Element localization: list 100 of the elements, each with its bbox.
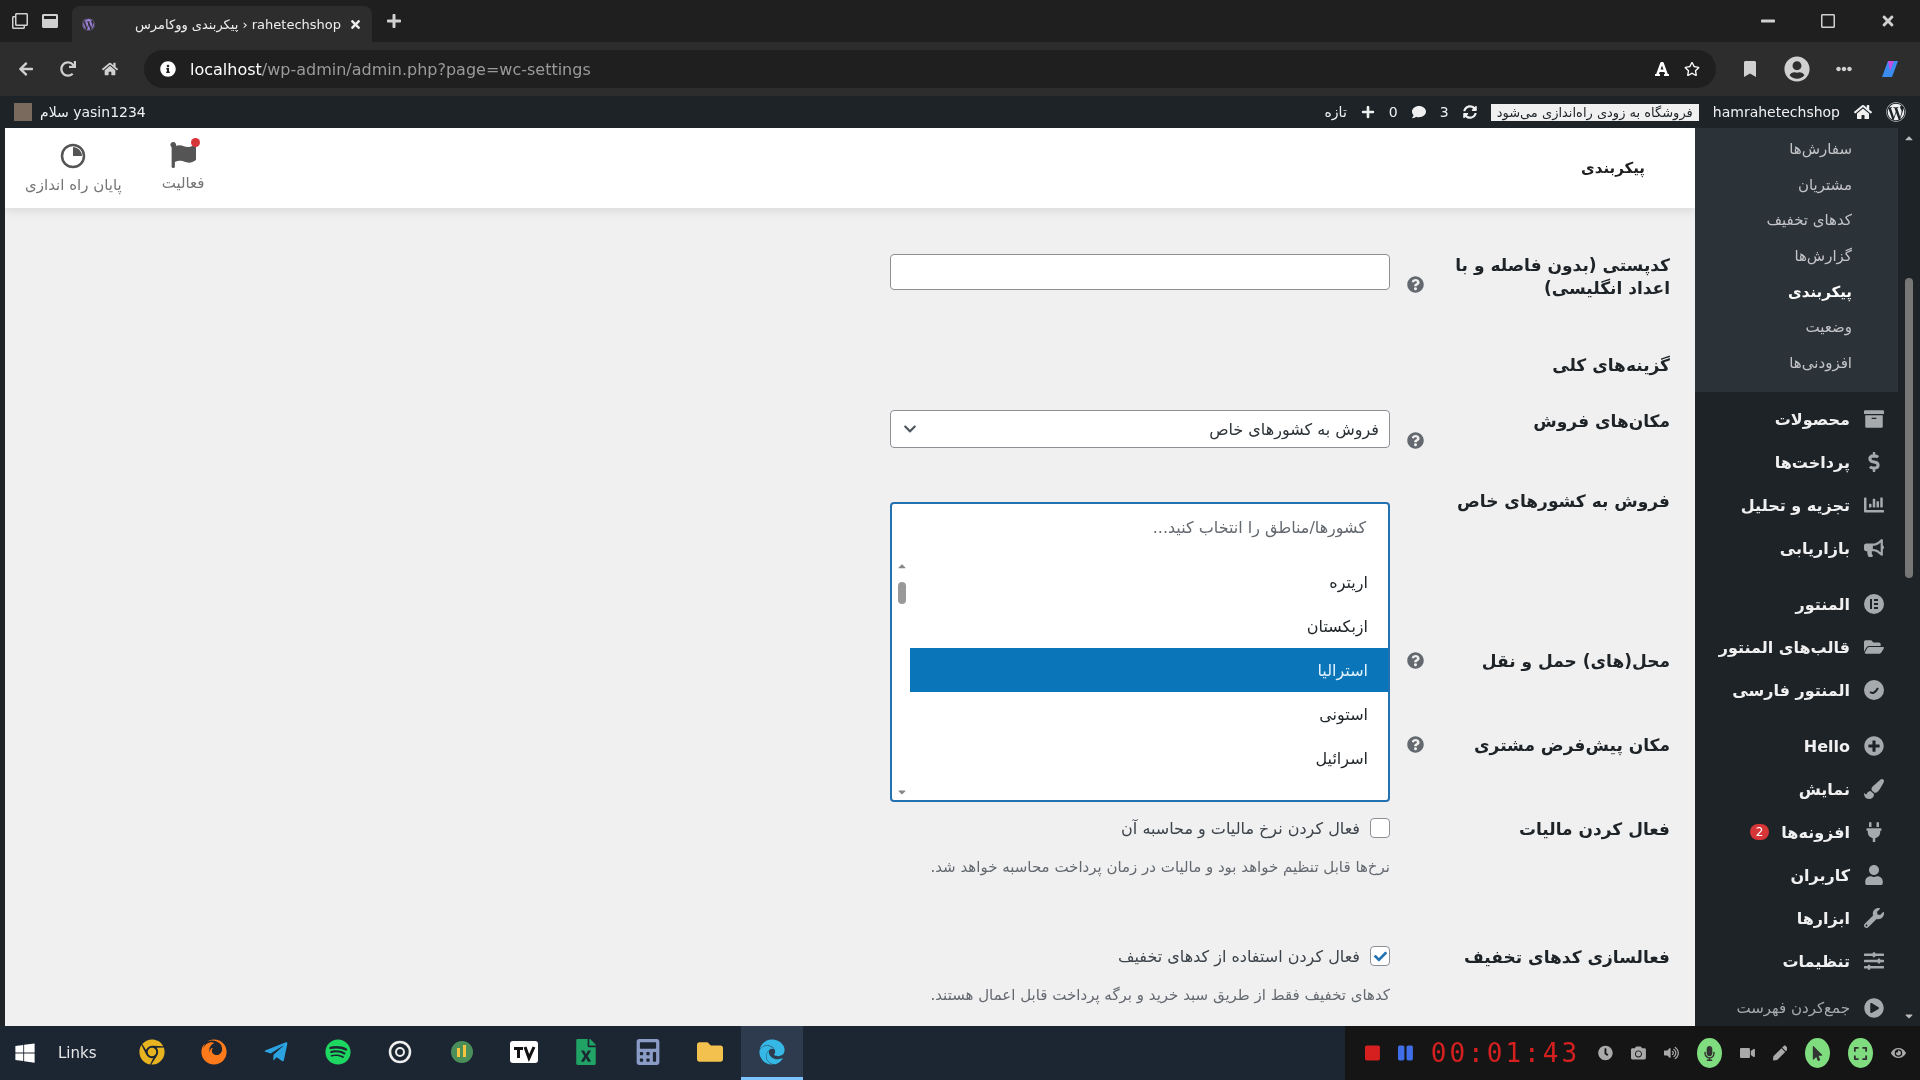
- country-listbox[interactable]: کشورها/مناطق را انتخاب کنید... اریتره ازبکستان استرالیا استونی اسرائیل: [890, 502, 1390, 802]
- menu-item[interactable]: تجزیه و تحلیل: [1695, 483, 1898, 527]
- menu-item[interactable]: تنظیمات: [1695, 939, 1898, 983]
- home-icon[interactable]: [102, 61, 118, 77]
- browser-tab[interactable]: rahetechshop ‹ پیکربندی ووکامرس: [72, 6, 372, 42]
- submenu-item[interactable]: گزارش‌ها: [1695, 239, 1898, 275]
- field-description: نرخ‌ها قابل تنظیم خواهد بود و مالیات در زمان پرداخت محاسبه خواهد شد.: [929, 858, 1390, 876]
- help-icon[interactable]: [1406, 652, 1424, 669]
- submenu-item[interactable]: وضعیت: [1695, 310, 1898, 347]
- chrome-icon[interactable]: [138, 1038, 165, 1065]
- refresh-icon[interactable]: [60, 61, 76, 77]
- comment-icon[interactable]: [1411, 105, 1426, 119]
- recording-time: 00:01:43: [1430, 1038, 1581, 1068]
- expand-icon: [1853, 1045, 1869, 1061]
- speaker-icon[interactable]: [1663, 1044, 1679, 1062]
- menu-item[interactable]: نمایش: [1695, 767, 1898, 811]
- new-tab-icon[interactable]: [386, 13, 402, 29]
- submenu-item[interactable]: پیکربندی: [1695, 274, 1898, 311]
- checkbox-label: فعال کردن نرخ مالیات و محاسبه آن: [1121, 818, 1360, 838]
- field-label: فعالسازی کدهای تخفیف: [1463, 946, 1670, 969]
- help-icon[interactable]: [1406, 736, 1424, 753]
- help-icon[interactable]: [1406, 276, 1424, 293]
- checkbox[interactable]: [1370, 818, 1390, 838]
- store-notice-badge[interactable]: فروشگاه به زودی راه‌اندازی می‌شود: [1490, 103, 1699, 121]
- address-bar[interactable]: localhost/wp-admin/admin.php?page=wc-settings: [144, 50, 1716, 88]
- wordpress-icon[interactable]: [1886, 102, 1906, 122]
- firefox-icon[interactable]: [200, 1038, 227, 1065]
- postcode-field[interactable]: [890, 254, 1390, 290]
- new-link[interactable]: تازه: [1324, 104, 1347, 120]
- taskbar-app[interactable]: [740, 1026, 803, 1080]
- collapse-menu-link[interactable]: جمع‌کردن فهرست: [1695, 989, 1898, 1026]
- close-icon[interactable]: [349, 17, 362, 31]
- megaphone-icon: [1864, 538, 1884, 559]
- profile-icon[interactable]: [1784, 56, 1810, 82]
- menu-item[interactable]: المنتور: [1695, 582, 1898, 626]
- menu-item[interactable]: پرداخت‌ها: [1695, 440, 1898, 484]
- calculator-icon[interactable]: [634, 1038, 661, 1065]
- menu-item[interactable]: Hello: [1695, 724, 1898, 768]
- chart-app-icon[interactable]: [448, 1038, 475, 1065]
- check-icon: [1373, 949, 1387, 963]
- edge-icon[interactable]: [758, 1038, 785, 1065]
- star-icon[interactable]: [1684, 61, 1700, 77]
- circle-logo-icon: [1864, 680, 1884, 701]
- stop-icon[interactable]: [1365, 1044, 1380, 1062]
- maximize-icon[interactable]: [1820, 13, 1836, 29]
- header-action-button[interactable]: پایان راه اندازی: [15, 138, 132, 198]
- clock-icon[interactable]: [1598, 1044, 1613, 1062]
- field-label: کدپستی (بدون فاصله و با اعداد انگلیسی): [1454, 254, 1670, 300]
- pause-icon[interactable]: [1397, 1044, 1413, 1062]
- menu-item[interactable]: کاربران: [1695, 853, 1898, 897]
- scrollbar-thumb[interactable]: [898, 582, 906, 604]
- comments-count: 0: [1388, 104, 1398, 120]
- microphone-button[interactable]: [1696, 1038, 1722, 1068]
- spotify-icon[interactable]: [324, 1038, 351, 1065]
- read-aloud-icon[interactable]: [1654, 61, 1670, 77]
- submenu-item[interactable]: افزودنی‌ها: [1695, 346, 1898, 382]
- tradingview-icon[interactable]: [509, 1040, 538, 1063]
- country-option[interactable]: استرالیا: [910, 648, 1388, 692]
- workspaces-icon[interactable]: [12, 13, 28, 29]
- header-action-button[interactable]: فعالیت: [151, 138, 215, 198]
- checkbox[interactable]: [1370, 946, 1390, 966]
- plus-icon[interactable]: [1360, 105, 1375, 119]
- field-label: مکان پیش‌فرض مشتری: [1473, 734, 1670, 757]
- search-field[interactable]: کشورها/مناطق را انتخاب کنید...: [892, 504, 1388, 560]
- help-icon[interactable]: [1406, 432, 1424, 449]
- field-description: کدهای تخفیف فقط از طریق سبد خرید و برگه پرداخت قابل اعمال هستند.: [929, 986, 1390, 1004]
- cursor-button[interactable]: [1805, 1038, 1831, 1068]
- submenu-item[interactable]: مشتریان: [1695, 167, 1898, 204]
- camera-icon[interactable]: [1630, 1044, 1646, 1062]
- brush-icon: [1864, 779, 1884, 800]
- back-icon[interactable]: [18, 61, 34, 77]
- field-label: محل(های) حمل و نقل: [1480, 650, 1670, 673]
- scrollbar-thumb[interactable]: [1905, 278, 1913, 578]
- site-name-link[interactable]: hamrahetechshop: [1712, 104, 1840, 120]
- page-title: پیکربندی: [1581, 159, 1645, 177]
- menu-item[interactable]: المنتور فارسی: [1695, 668, 1898, 712]
- greeting-link[interactable]: سلام yasin1234: [40, 104, 146, 120]
- url-text: localhost/wp-admin/admin.php?page=wc-settings: [190, 59, 591, 79]
- submenu-item[interactable]: سفارش‌ها: [1695, 132, 1898, 168]
- updates-icon[interactable]: [1462, 105, 1477, 119]
- favorites-icon[interactable]: [1742, 61, 1758, 77]
- links-toolbar-label[interactable]: Links: [58, 1044, 97, 1062]
- bar-chart-icon: [1864, 495, 1884, 516]
- info-icon[interactable]: [160, 61, 176, 77]
- field-label: مکان‌های فروش: [1532, 410, 1670, 433]
- plug-icon: [1864, 822, 1884, 843]
- menu-item[interactable]: بازاریابی: [1695, 526, 1898, 570]
- menu-item[interactable]: ابزارها: [1695, 896, 1898, 940]
- submenu-item[interactable]: کدهای تخفیف: [1695, 203, 1898, 240]
- pen-icon[interactable]: [1772, 1044, 1788, 1062]
- menu-item[interactable]: قالب‌های المنتور: [1695, 625, 1898, 669]
- fullscreen-button[interactable]: [1848, 1038, 1874, 1068]
- windows-start-icon[interactable]: [14, 1042, 36, 1064]
- tab-actions-icon[interactable]: [42, 13, 58, 29]
- favicon-icon: [82, 17, 95, 31]
- close-icon[interactable]: [1880, 13, 1896, 29]
- menu-item[interactable]: محصولات: [1695, 397, 1898, 441]
- section-heading: گزینه‌های کلی: [1551, 354, 1670, 377]
- dropdown-field[interactable]: فروش به کشورهای خاص: [890, 410, 1390, 448]
- home-icon[interactable]: [1854, 103, 1872, 121]
